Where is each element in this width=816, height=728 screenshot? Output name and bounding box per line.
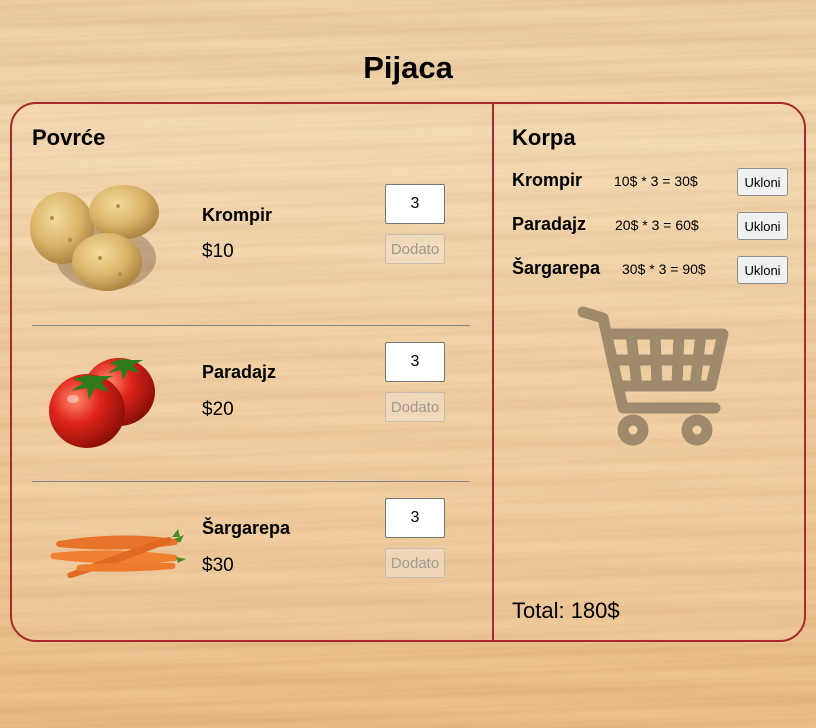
product-price: $10 xyxy=(202,241,234,262)
product-divider xyxy=(32,481,470,482)
remove-button[interactable]: Ukloni xyxy=(737,168,788,196)
product-item-krompir: Krompir $10 Dodato xyxy=(12,168,492,324)
market-container: Povrće Krompir $10 3 Dodato Paradajz $20… xyxy=(10,102,806,642)
add-button[interactable]: Dodato xyxy=(385,234,445,264)
cart-item-name: Šargarepa xyxy=(512,258,601,278)
quantity-input[interactable] xyxy=(385,498,445,538)
cart-item-name: Krompir xyxy=(512,170,583,190)
cart-item-calc: 20$ * 3 = 60$ xyxy=(615,217,699,233)
cart-item-calc: 30$ * 3 = 90$ xyxy=(622,261,706,277)
product-name: Paradajz xyxy=(202,362,277,382)
remove-button[interactable]: Ukloni xyxy=(737,212,788,240)
product-price: $30 xyxy=(202,555,234,576)
page-title: Pijaca xyxy=(363,50,453,85)
panel-divider xyxy=(492,104,494,640)
quantity-input[interactable] xyxy=(385,342,445,382)
product-name: Šargarepa xyxy=(202,518,291,538)
cart-total: Total: 180$ xyxy=(512,598,620,623)
cart-item-krompir: Krompir 10$ * 3 = 30$ Ukloni xyxy=(512,168,792,196)
cart-panel-title: Korpa xyxy=(512,125,576,150)
product-price: $20 xyxy=(202,399,234,420)
product-name: Krompir xyxy=(202,205,273,225)
cart-item-sargarepa: Šargarepa 30$ * 3 = 90$ Ukloni xyxy=(512,256,792,284)
add-button[interactable]: Dodato xyxy=(385,392,445,422)
remove-button[interactable]: Ukloni xyxy=(737,256,788,284)
cart-item-name: Paradajz xyxy=(512,214,587,234)
shopping-cart-icon xyxy=(577,304,737,454)
quantity-input[interactable] xyxy=(385,184,445,224)
products-panel-title: Povrće xyxy=(32,125,106,150)
product-item-paradajz: Paradajz $20 Dodato xyxy=(12,327,492,483)
add-button[interactable]: Dodato xyxy=(385,548,445,578)
cart-item-paradajz: Paradajz 20$ * 3 = 60$ Ukloni xyxy=(512,212,792,240)
potato-image xyxy=(30,178,170,303)
product-item-sargarepa: Šargarepa $30 Dodato xyxy=(12,483,492,639)
product-divider xyxy=(32,325,470,326)
carrot-image xyxy=(48,523,188,588)
cart-item-calc: 10$ * 3 = 30$ xyxy=(614,173,698,189)
tomato-image xyxy=(47,347,167,462)
